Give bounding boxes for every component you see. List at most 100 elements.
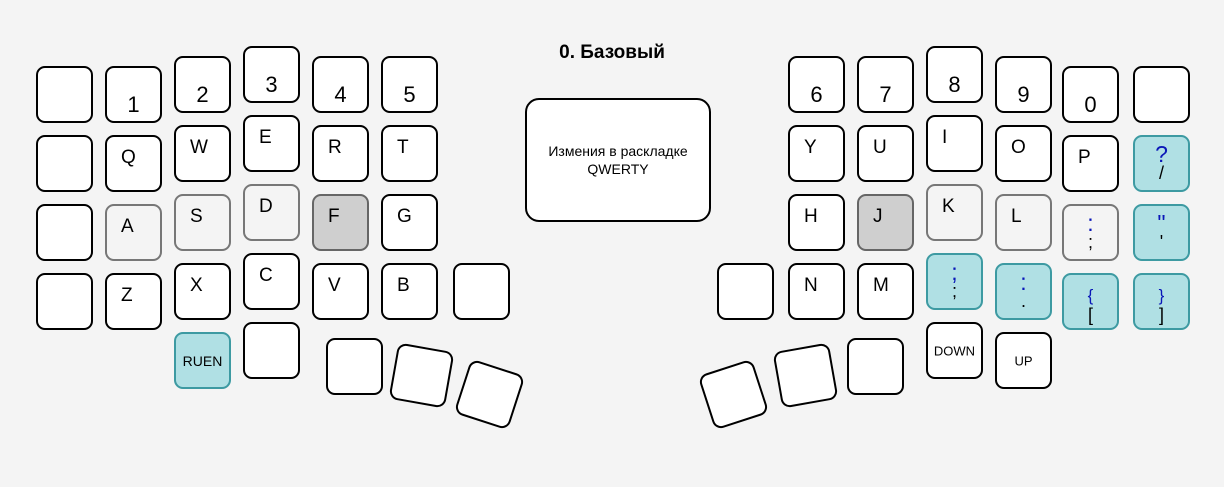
key-right-inner[interactable] <box>717 263 774 320</box>
base-symbol: ; <box>951 281 957 301</box>
key-d[interactable]: D <box>243 184 300 241</box>
key-b[interactable]: B <box>381 263 438 320</box>
key-label: RUEN <box>182 352 223 369</box>
key-ruen[interactable]: RUEN <box>174 332 231 389</box>
key-1[interactable]: 1 <box>105 66 162 123</box>
key-period[interactable]: : . <box>995 263 1052 320</box>
key-left-shift[interactable] <box>36 273 93 330</box>
key-o[interactable]: O <box>995 125 1052 182</box>
key-left-esc[interactable] <box>36 66 93 123</box>
key-4[interactable]: 4 <box>312 56 369 113</box>
key-label: N <box>804 275 818 296</box>
key-3[interactable]: 3 <box>243 46 300 103</box>
key-x[interactable]: X <box>174 263 231 320</box>
key-right-outer[interactable] <box>1133 66 1190 123</box>
key-l[interactable]: L <box>995 194 1052 251</box>
key-label: 0 <box>1084 92 1097 117</box>
key-comma[interactable]: ; ; <box>926 253 983 310</box>
symbol-stack: ; ; <box>928 259 981 301</box>
key-semicolon[interactable]: : ; <box>1062 204 1119 261</box>
key-down[interactable]: DOWN <box>926 322 983 379</box>
key-8[interactable]: 8 <box>926 46 983 103</box>
key-label: G <box>397 206 412 227</box>
key-left-caps[interactable] <box>36 204 93 261</box>
key-2[interactable]: 2 <box>174 56 231 113</box>
key-left-tab[interactable] <box>36 135 93 192</box>
key-label: 5 <box>403 82 416 107</box>
key-a[interactable]: A <box>105 204 162 261</box>
key-label: C <box>259 265 273 286</box>
key-g[interactable]: G <box>381 194 438 251</box>
key-s[interactable]: S <box>174 194 231 251</box>
key-j[interactable]: J <box>857 194 914 251</box>
symbol-stack: ? / <box>1135 141 1188 183</box>
thumb-left-3[interactable] <box>453 358 526 431</box>
key-slash[interactable]: ? / <box>1133 135 1190 192</box>
base-symbol: ; <box>1087 232 1093 252</box>
shifted-symbol: : <box>1020 269 1027 295</box>
key-c[interactable]: C <box>243 253 300 310</box>
key-w[interactable]: W <box>174 125 231 182</box>
base-symbol: . <box>1020 291 1026 311</box>
key-left-inner[interactable] <box>453 263 510 320</box>
key-label: E <box>259 127 272 148</box>
key-y[interactable]: Y <box>788 125 845 182</box>
key-label: 3 <box>265 72 278 97</box>
key-r[interactable]: R <box>312 125 369 182</box>
thumb-right-1[interactable] <box>847 338 904 395</box>
key-p[interactable]: P <box>1062 135 1119 192</box>
key-label: A <box>121 216 134 237</box>
key-f[interactable]: F <box>312 194 369 251</box>
key-label: B <box>397 275 410 296</box>
thumb-right-2[interactable] <box>772 342 839 409</box>
base-symbol: ] <box>1158 305 1164 325</box>
shifted-symbol: { <box>1087 286 1094 305</box>
key-label: 8 <box>948 72 961 97</box>
key-9[interactable]: 9 <box>995 56 1052 113</box>
key-z[interactable]: Z <box>105 273 162 330</box>
layout-note: Измения в раскладке QWERTY <box>525 98 711 222</box>
key-label: H <box>804 206 818 227</box>
key-7[interactable]: 7 <box>857 56 914 113</box>
base-symbol: / <box>1158 163 1164 183</box>
key-right-bracket[interactable]: } ] <box>1133 273 1190 330</box>
shifted-symbol: ? <box>1155 141 1168 167</box>
key-q[interactable]: Q <box>105 135 162 192</box>
key-label: M <box>873 275 889 296</box>
key-5[interactable]: 5 <box>381 56 438 113</box>
key-up[interactable]: UP <box>995 332 1052 389</box>
key-label: 9 <box>1017 82 1030 107</box>
key-label: W <box>190 137 208 158</box>
key-label: Y <box>804 137 817 158</box>
symbol-stack: : ; <box>1064 212 1117 252</box>
key-label: UP <box>1014 353 1033 368</box>
key-label: 1 <box>127 92 140 117</box>
key-k[interactable]: K <box>926 184 983 241</box>
key-label: D <box>259 196 273 217</box>
key-0[interactable]: 0 <box>1062 66 1119 123</box>
key-label: S <box>190 206 203 227</box>
key-label: 7 <box>879 82 892 107</box>
key-6[interactable]: 6 <box>788 56 845 113</box>
shifted-symbol: ; <box>951 259 958 285</box>
key-label: X <box>190 275 203 296</box>
key-left-bracket[interactable]: { [ <box>1062 273 1119 330</box>
base-symbol: [ <box>1087 305 1093 325</box>
key-quote[interactable]: " ' <box>1133 204 1190 261</box>
thumb-left-2[interactable] <box>388 342 455 409</box>
key-u[interactable]: U <box>857 125 914 182</box>
key-m[interactable]: M <box>857 263 914 320</box>
thumb-right-3[interactable] <box>697 358 770 431</box>
key-left-mod[interactable] <box>243 322 300 379</box>
symbol-stack: { [ <box>1064 285 1117 325</box>
key-v[interactable]: V <box>312 263 369 320</box>
key-n[interactable]: N <box>788 263 845 320</box>
key-label: I <box>942 127 948 148</box>
key-t[interactable]: T <box>381 125 438 182</box>
shifted-symbol: } <box>1158 286 1165 305</box>
thumb-left-1[interactable] <box>326 338 383 395</box>
key-i[interactable]: I <box>926 115 983 172</box>
key-e[interactable]: E <box>243 115 300 172</box>
key-label: 2 <box>196 82 209 107</box>
key-h[interactable]: H <box>788 194 845 251</box>
